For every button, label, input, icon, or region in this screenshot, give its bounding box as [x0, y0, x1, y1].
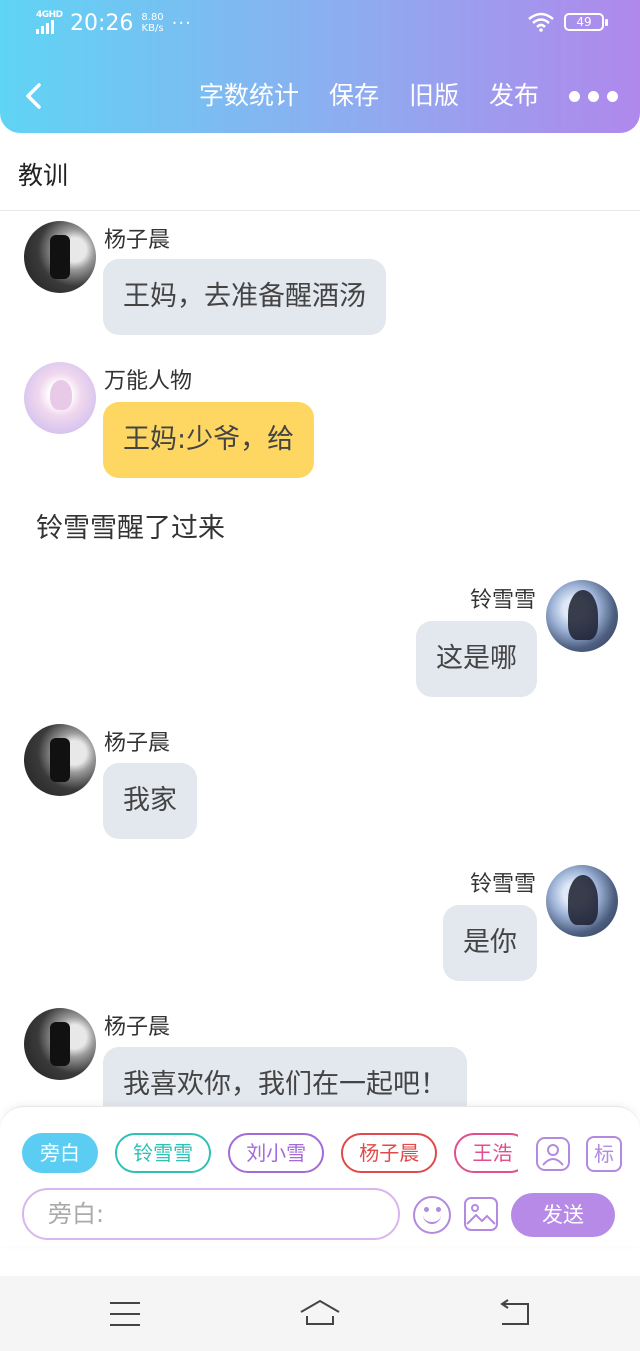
- speed-value: 8.80: [141, 12, 164, 23]
- sender-name: 杨子晨: [104, 731, 171, 756]
- message-bubble[interactable]: 我家: [103, 763, 197, 839]
- sender-name: 铃雪雪: [469, 872, 536, 897]
- narration-text[interactable]: 铃雪雪醒了过来: [36, 506, 225, 545]
- status-left: 4GHD 20:26 8.80 KB/s ···: [36, 10, 192, 36]
- nav-actions: 字数统计 保存 旧版 发布: [199, 76, 640, 116]
- system-nav-bar: [0, 1276, 640, 1351]
- wifi-icon: [528, 12, 554, 32]
- app-header: 4GHD 20:26 8.80 KB/s ··· 49 字数统计 保存 旧版 发…: [0, 0, 640, 133]
- sender-name: 铃雪雪: [469, 588, 536, 613]
- signal-icon: 4GHD: [36, 10, 64, 36]
- message-bubble[interactable]: 是你: [443, 905, 537, 981]
- status-right: 49: [528, 12, 608, 32]
- add-character-icon[interactable]: [535, 1136, 571, 1172]
- menu-icon[interactable]: [110, 1302, 140, 1326]
- avatar[interactable]: [24, 362, 96, 434]
- message-bubble[interactable]: 王妈，去准备醒酒汤: [103, 259, 386, 335]
- network-type: 4GHD: [36, 10, 63, 20]
- sender-name: 万能人物: [104, 369, 193, 394]
- character-chip[interactable]: 铃雪雪: [115, 1133, 212, 1173]
- document-title[interactable]: 教训: [18, 156, 68, 192]
- avatar[interactable]: [546, 580, 618, 652]
- title-divider: [0, 210, 640, 211]
- status-time: 20:26: [70, 10, 134, 36]
- character-chip[interactable]: 王浩: [454, 1133, 518, 1173]
- old-version-button[interactable]: 旧版: [409, 76, 459, 116]
- send-button[interactable]: 发送: [511, 1193, 615, 1237]
- status-more-dots: ···: [171, 12, 192, 34]
- publish-button[interactable]: 发布: [489, 76, 539, 116]
- character-chip-narrator[interactable]: 旁白: [22, 1133, 98, 1173]
- character-selector: 旁白 铃雪雪 刘小雪 杨子晨 王浩: [22, 1133, 518, 1175]
- sender-name: 杨子晨: [104, 1015, 171, 1040]
- avatar[interactable]: [24, 1008, 96, 1080]
- top-nav: 字数统计 保存 旧版 发布: [0, 70, 640, 124]
- system-back-icon[interactable]: [498, 1298, 532, 1328]
- sender-name: 杨子晨: [104, 228, 171, 253]
- word-count-button[interactable]: 字数统计: [199, 76, 299, 116]
- message-bubble[interactable]: 王妈:少爷，给: [103, 402, 315, 478]
- character-chip[interactable]: 刘小雪: [228, 1133, 325, 1173]
- back-arrow-icon[interactable]: [20, 80, 48, 112]
- save-button[interactable]: 保存: [329, 76, 379, 116]
- mark-button[interactable]: 标: [586, 1136, 622, 1172]
- status-bar: 4GHD 20:26 8.80 KB/s ··· 49: [0, 0, 640, 50]
- message-input[interactable]: 旁白:: [22, 1188, 400, 1240]
- message-bubble[interactable]: 这是哪: [416, 621, 537, 697]
- home-icon[interactable]: [299, 1298, 341, 1328]
- avatar[interactable]: [24, 221, 96, 293]
- speed-unit: KB/s: [141, 23, 164, 34]
- avatar[interactable]: [546, 865, 618, 937]
- image-icon[interactable]: [463, 1196, 499, 1232]
- emoji-icon[interactable]: [413, 1196, 451, 1234]
- more-options-icon[interactable]: [569, 90, 618, 102]
- avatar[interactable]: [24, 724, 96, 796]
- character-chip[interactable]: 杨子晨: [341, 1133, 438, 1173]
- network-speed: 8.80 KB/s: [141, 12, 163, 34]
- battery-icon: 49: [564, 13, 608, 31]
